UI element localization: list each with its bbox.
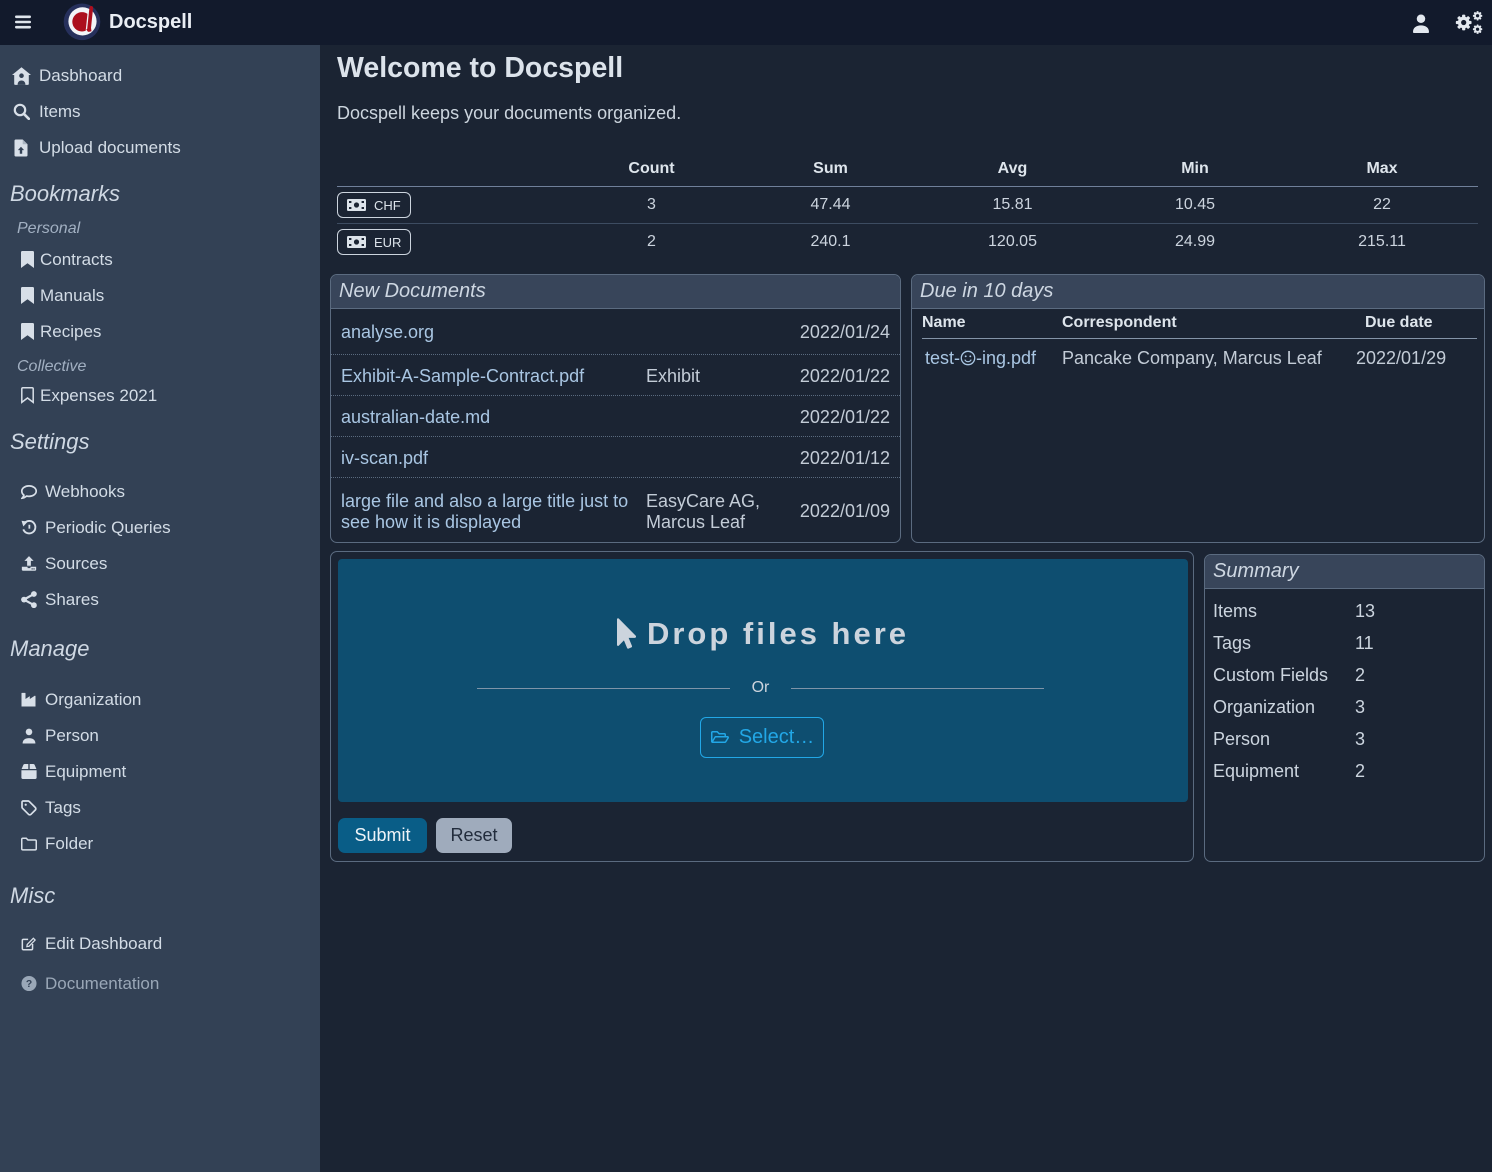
svg-text:?: ?	[26, 979, 32, 990]
